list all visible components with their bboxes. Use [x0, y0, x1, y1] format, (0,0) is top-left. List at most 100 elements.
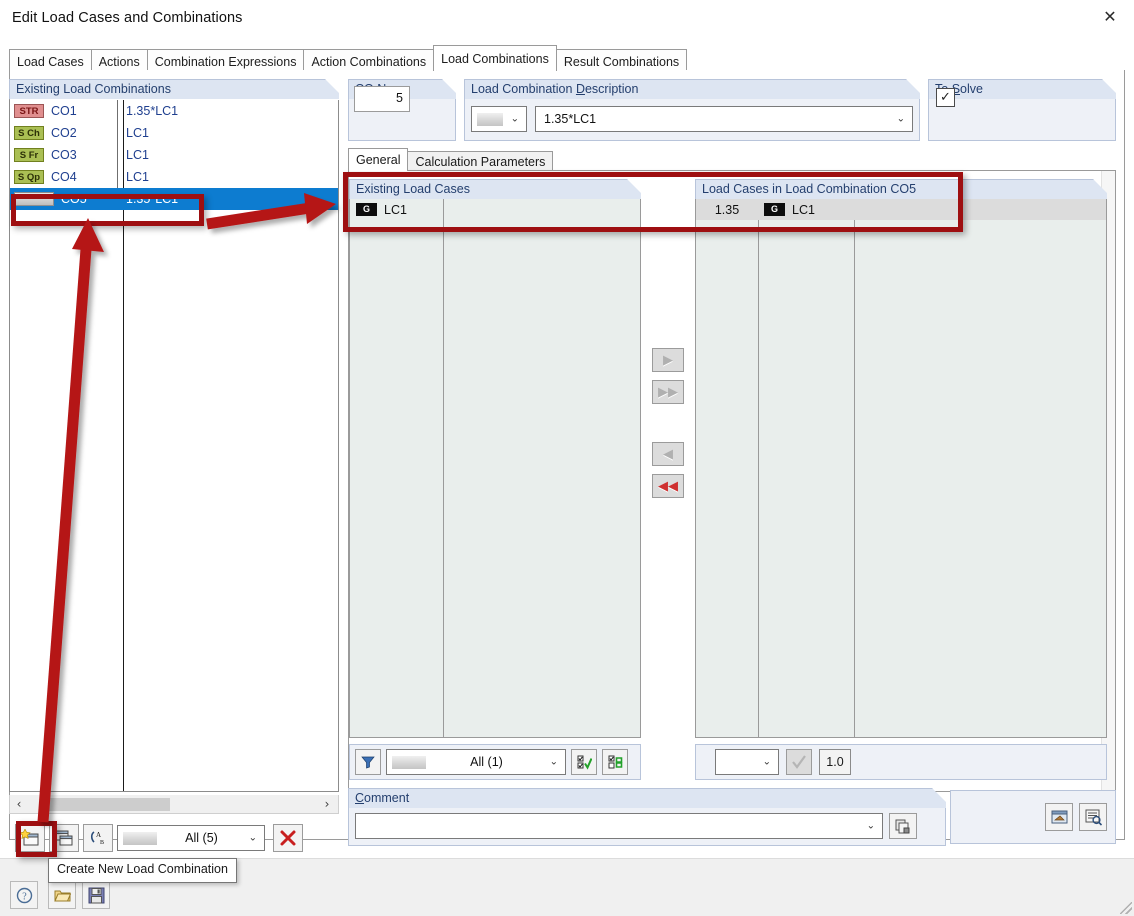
description-body: ⌄ 1.35*LC1 ⌄	[464, 99, 920, 141]
save-button[interactable]	[82, 881, 110, 909]
filter-value: All (1)	[470, 755, 503, 769]
description-color-dropdown[interactable]: ⌄	[471, 106, 527, 132]
inspect-button[interactable]	[1079, 803, 1107, 831]
check-icon	[792, 755, 806, 769]
color-swatch	[123, 831, 157, 845]
description-group: Load Combination Description ⌄ 1.35*LC1 …	[464, 79, 920, 141]
tab-label: Load Cases	[17, 54, 84, 69]
scrollbar-thumb[interactable]	[45, 798, 170, 811]
rename-icon: A B	[90, 831, 104, 846]
load-case-filter-dropdown[interactable]: All (1) ⌄	[386, 749, 566, 775]
combination-name: CO4	[51, 170, 77, 184]
move-all-right-button[interactable]: ▶▶	[652, 380, 684, 404]
load-combinations-hscrollbar[interactable]: ‹ ›	[9, 795, 339, 814]
color-swatch	[392, 755, 426, 769]
co-number-input[interactable]: 5	[354, 86, 410, 112]
load-combinations-list[interactable]: STR CO1 1.35*LC1 S Ch CO2 LC1 S Fr CO3 L…	[9, 100, 339, 792]
tooltip: Create New Load Combination	[48, 858, 237, 883]
combination-description: LC1	[126, 148, 149, 162]
tab-list: Load Cases Actions Combination Expressio…	[9, 45, 688, 71]
move-all-left-button[interactable]: ◀◀	[652, 474, 684, 498]
load-case-select-dropdown[interactable]: ⌄	[715, 749, 779, 775]
create-new-load-combination-button[interactable]	[15, 824, 45, 852]
comment-input[interactable]: ⌄	[355, 813, 883, 839]
arrow-right-icon: ▶	[663, 352, 673, 368]
combination-description: 1.35*LC1	[126, 192, 179, 206]
tab-actions[interactable]: Actions	[90, 49, 148, 71]
tab-load-cases[interactable]: Load Cases	[9, 49, 92, 71]
color-swatch	[477, 112, 503, 126]
to-solve-group: To Solve ✓	[928, 79, 1116, 141]
description-input[interactable]: 1.35*LC1 ⌄	[535, 106, 913, 132]
combination-description: 1.35*LC1	[126, 104, 179, 118]
combination-name: CO5	[61, 192, 87, 206]
title-bar: Edit Load Cases and Combinations ✕	[0, 0, 1134, 38]
list-item[interactable]: G LC1	[350, 199, 640, 220]
combination-description: LC1	[126, 170, 149, 184]
combination-name-cell: S Fr CO3	[10, 144, 118, 166]
list-item[interactable]: S Fr CO3 LC1	[10, 144, 338, 166]
combination-filter-dropdown[interactable]: All (5) ⌄	[117, 825, 265, 851]
load-case-category-badge: G	[356, 203, 377, 216]
list-item[interactable]: S Qp CO4 LC1	[10, 166, 338, 188]
chevron-right-icon[interactable]: ›	[318, 797, 336, 811]
load-case-name: LC1	[792, 202, 815, 217]
chevron-down-icon: ⌄	[866, 820, 875, 832]
rename-load-combination-button[interactable]: A B	[83, 824, 113, 852]
design-situation-badge: S Fr	[14, 148, 44, 162]
close-icon[interactable]: ✕	[1086, 0, 1134, 34]
design-situation-badge: S Qp	[14, 170, 44, 184]
inner-tab-list: General Calculation Parameters	[348, 148, 554, 171]
move-right-button[interactable]: ▶	[652, 348, 684, 372]
comment-body: ⌄	[348, 808, 946, 846]
default-factor-value[interactable]: 1.0	[819, 749, 851, 775]
table-row[interactable]: 1.35 G LC1	[696, 199, 1106, 220]
help-button[interactable]: ?	[10, 881, 38, 909]
settings-button[interactable]	[1045, 803, 1073, 831]
description-value: 1.35*LC1	[544, 112, 597, 126]
resize-grip[interactable]	[1120, 902, 1132, 914]
combination-name: CO1	[51, 104, 77, 118]
list-item-selected[interactable]: CO5 1.35*LC1	[10, 188, 338, 210]
apply-factor-button[interactable]	[786, 749, 812, 775]
tab-general[interactable]: General	[348, 148, 409, 171]
combination-load-cases-label: Load Cases in Load Combination CO5	[695, 179, 1107, 199]
load-case-name: LC1	[384, 202, 407, 217]
funnel-filter-button[interactable]	[355, 749, 381, 775]
arrow-left-icon: ◀	[663, 446, 673, 462]
refresh-selection-button[interactable]	[602, 749, 628, 775]
delete-load-combination-button[interactable]	[273, 824, 303, 852]
list-item[interactable]: S Ch CO2 LC1	[10, 122, 338, 144]
load-combinations-toolbar: A B All (5) ⌄	[9, 820, 339, 856]
design-situation-badge: S Ch	[14, 126, 44, 140]
existing-load-cases-list[interactable]: G LC1	[349, 199, 641, 738]
open-button[interactable]	[48, 881, 76, 909]
tab-strip: Load Cases Actions Combination Expressio…	[0, 38, 1134, 71]
tab-combination-expressions[interactable]: Combination Expressions	[146, 49, 305, 71]
existing-load-cases-group: Existing Load Cases	[349, 179, 641, 199]
tab-result-combinations[interactable]: Result Combinations	[555, 49, 688, 71]
copy-comment-icon	[895, 819, 910, 834]
select-all-button[interactable]	[571, 749, 597, 775]
funnel-icon	[361, 756, 375, 769]
combination-description: LC1	[126, 126, 149, 140]
copy-load-combination-button[interactable]	[49, 824, 79, 852]
to-solve-checkbox[interactable]: ✓	[936, 88, 955, 107]
list-item[interactable]: STR CO1 1.35*LC1	[10, 100, 338, 122]
new-window-icon	[20, 829, 39, 846]
chevron-down-icon: ⌄	[896, 113, 905, 125]
combination-load-cases-list[interactable]: 1.35 G LC1	[695, 199, 1107, 738]
column-separator	[758, 199, 759, 737]
tab-calculation-parameters[interactable]: Calculation Parameters	[407, 151, 554, 171]
copy-comment-button[interactable]	[889, 813, 917, 839]
column-separator	[854, 199, 855, 737]
tab-action-combinations[interactable]: Action Combinations	[303, 49, 435, 71]
to-solve-label: To Solve	[928, 79, 1116, 99]
existing-load-combinations-label: Existing Load Combinations	[9, 79, 339, 99]
tab-load-combinations[interactable]: Load Combinations	[433, 45, 557, 71]
chevron-left-icon[interactable]: ‹	[10, 797, 28, 811]
tab-label: Result Combinations	[563, 54, 680, 69]
move-left-button[interactable]: ◀	[652, 442, 684, 466]
tab-label: General	[356, 153, 401, 167]
chevron-down-icon: ⌄	[549, 756, 558, 768]
